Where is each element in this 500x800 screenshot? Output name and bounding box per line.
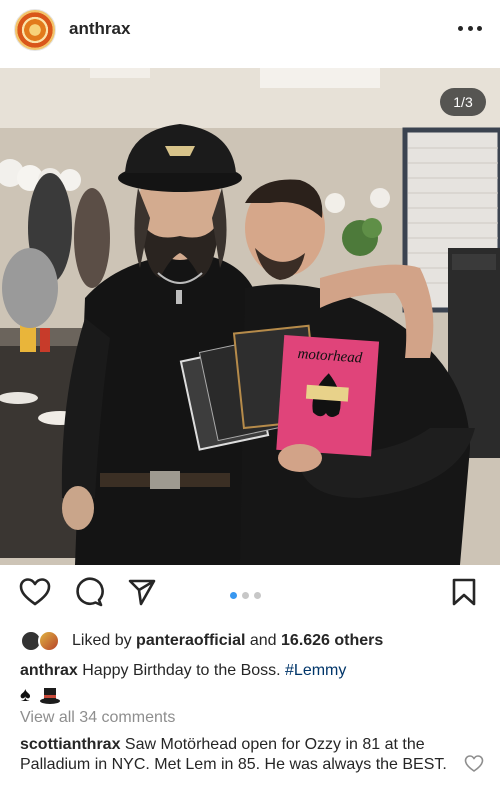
top-hat-emoji-icon xyxy=(39,687,60,704)
first-liker-username[interactable]: panteraofficial xyxy=(136,632,245,650)
caption-text: Happy Birthday to the Boss. xyxy=(82,662,281,679)
liker-avatars xyxy=(20,630,62,652)
post-photo[interactable]: motorhead 1/3 xyxy=(0,68,500,565)
comment-item: scottianthrax Saw Motörhead open for Ozz… xyxy=(20,735,452,775)
likes-others-count[interactable]: 16.626 others xyxy=(281,632,383,650)
likes-and: and xyxy=(249,632,277,649)
liker-avatar-2 xyxy=(38,630,60,652)
carousel-dot-2 xyxy=(242,592,249,599)
comment-like-heart-icon[interactable] xyxy=(464,754,484,774)
image-counter: 1/3 xyxy=(440,88,486,116)
share-button[interactable] xyxy=(124,574,160,610)
action-bar xyxy=(0,574,500,620)
likes-summary[interactable]: Liked by panteraofficial and 16.626 othe… xyxy=(20,630,383,652)
heart-icon xyxy=(19,578,51,606)
paper-plane-icon xyxy=(128,579,156,606)
profile-avatar[interactable] xyxy=(14,9,56,51)
likes-prefix: Liked by xyxy=(72,632,132,649)
more-options-icon[interactable] xyxy=(458,18,482,38)
comment-username[interactable]: scottianthrax xyxy=(20,736,120,753)
post-caption: anthrax Happy Birthday to the Boss. #Lem… xyxy=(20,661,480,681)
bookmark-icon xyxy=(452,578,476,606)
comment-button[interactable] xyxy=(71,574,107,610)
carousel-dot-3 xyxy=(254,592,261,599)
comment-icon xyxy=(76,577,104,607)
carousel-dot-1 xyxy=(230,592,237,599)
post-header: anthrax xyxy=(0,0,500,60)
caption-username[interactable]: anthrax xyxy=(20,662,78,679)
caption-emojis: ♠ xyxy=(20,684,61,707)
carousel-indicator xyxy=(230,592,261,599)
post-username[interactable]: anthrax xyxy=(69,19,130,39)
spade-emoji-icon: ♠ xyxy=(20,684,31,706)
caption-hashtag[interactable]: #Lemmy xyxy=(285,662,346,679)
view-all-comments-link[interactable]: View all 34 comments xyxy=(20,709,175,727)
save-button[interactable] xyxy=(446,574,482,610)
photo-illustration: motorhead xyxy=(0,68,500,565)
like-button[interactable] xyxy=(17,574,53,610)
